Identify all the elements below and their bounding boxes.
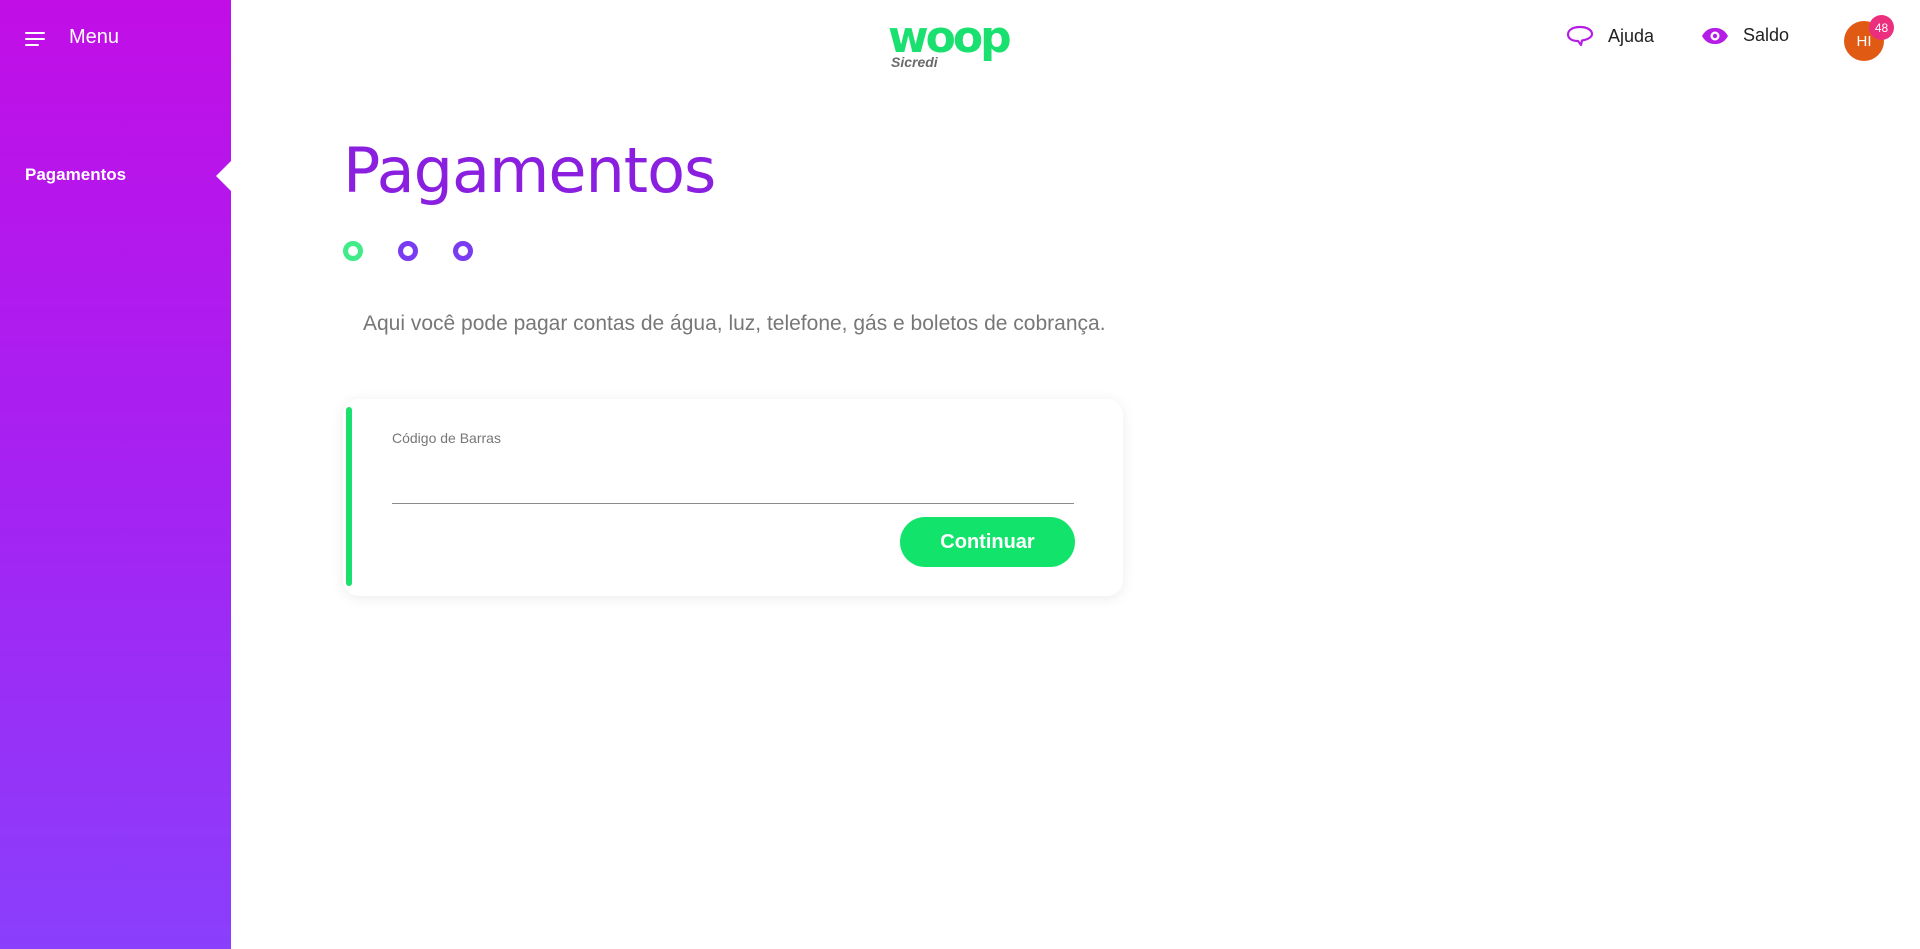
sidebar: Menu Pagamentos <box>0 0 231 949</box>
balance-toggle[interactable]: Saldo <box>1701 25 1789 46</box>
logo-subtext: Sicredi <box>891 54 938 70</box>
step-1-indicator <box>343 241 363 261</box>
hamburger-icon[interactable] <box>25 30 45 46</box>
card-accent-bar <box>346 407 352 586</box>
notification-badge[interactable]: 48 <box>1869 15 1894 40</box>
menu-label[interactable]: Menu <box>69 26 119 49</box>
step-2-indicator <box>398 241 418 261</box>
sidebar-item-pagamentos[interactable]: Pagamentos <box>25 165 126 185</box>
continue-button[interactable]: Continuar <box>900 517 1075 567</box>
barcode-field-label: Código de Barras <box>392 430 501 446</box>
page-description: Aqui você pode pagar contas de água, luz… <box>363 312 1106 335</box>
barcode-form-card: Código de Barras Continuar <box>343 399 1123 596</box>
menu-toggle[interactable]: Menu <box>25 26 119 49</box>
eye-icon <box>1702 27 1728 44</box>
logo-text: woop <box>888 12 1012 63</box>
active-item-pointer <box>216 161 231 191</box>
barcode-input[interactable] <box>392 454 1074 504</box>
help-label: Ajuda <box>1608 25 1655 46</box>
step-3-indicator <box>453 241 473 261</box>
step-indicator <box>343 241 473 263</box>
woop-sicredi-logo[interactable]: woop Sicredi <box>888 12 1030 74</box>
speech-bubble-icon <box>1566 25 1594 47</box>
page-title: Pagamentos <box>343 134 716 207</box>
balance-label: Saldo <box>1743 25 1790 45</box>
help-button[interactable]: Ajuda <box>1566 25 1654 47</box>
